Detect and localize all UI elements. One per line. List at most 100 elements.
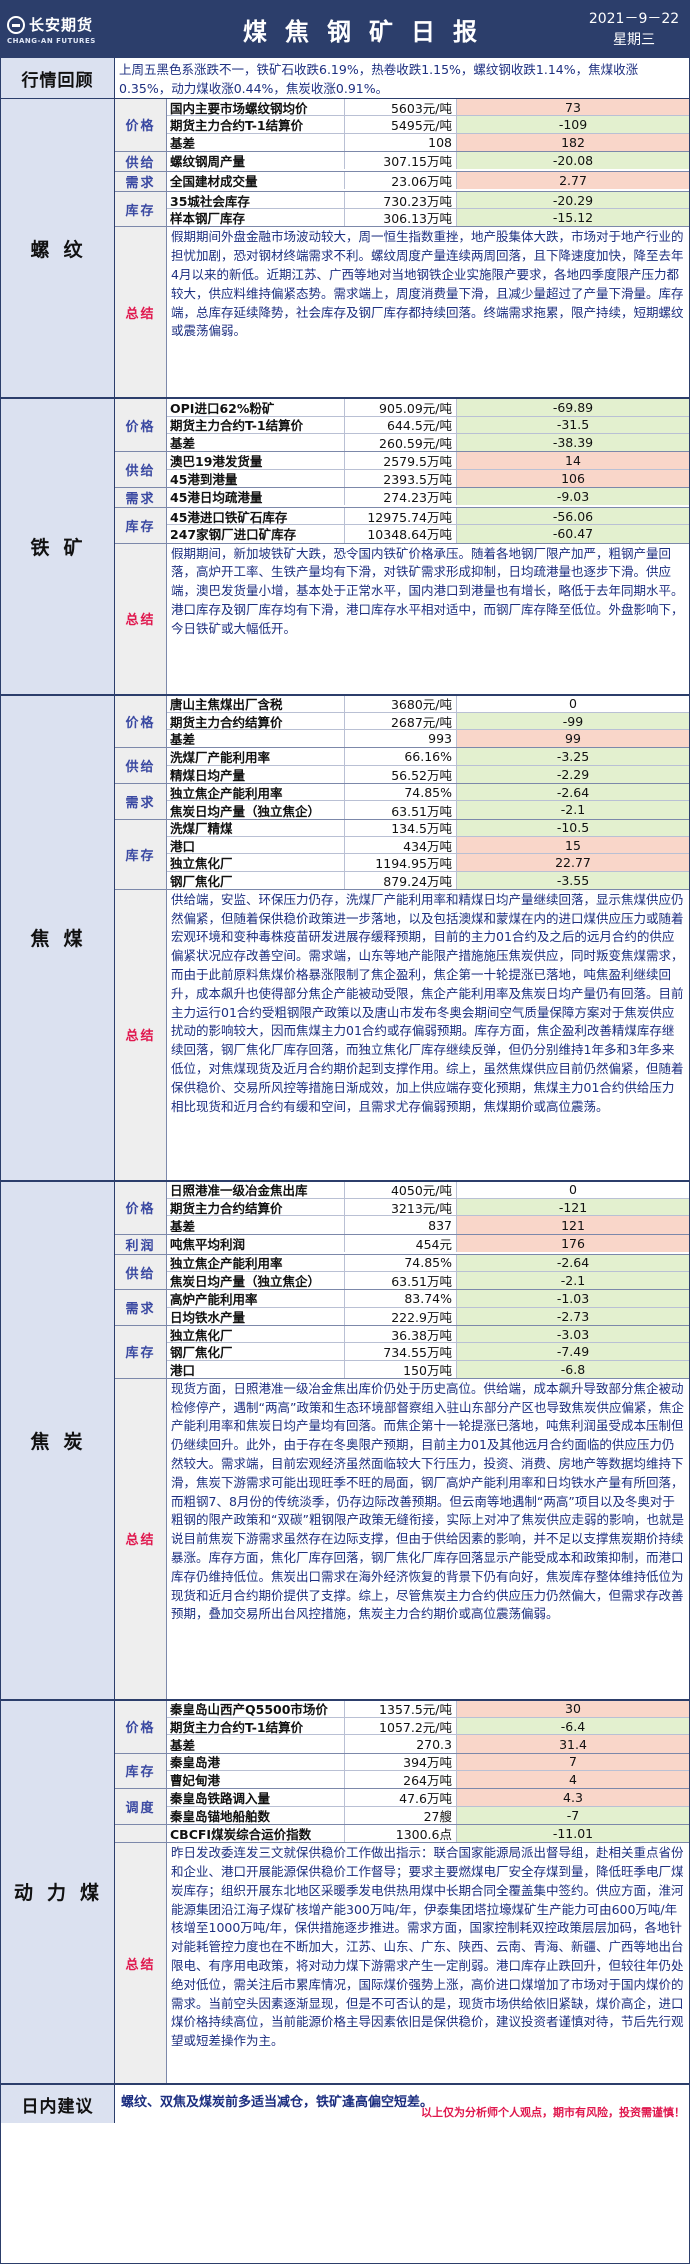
commodity-sections: 螺纹 价格 国内主要市场螺纹钢均价 5603元/吨 73 期货主力合约T-1结算价 5495… (1, 99, 689, 2086)
indicator-value: 2687元/吨 (345, 712, 457, 730)
indicator-value: 2579.5万吨 (345, 452, 457, 469)
report-date: 2021－9－22 (588, 10, 680, 27)
table-row: 期货主力合约T-1结算价 1057.2元/吨 -6.4 (167, 1718, 689, 1736)
intraday-advice: 日内建议 螺纹、双焦及煤炭前多适当减仓，铁矿逢高偏空短差。 以上仅为分析师个人观… (1, 2085, 689, 2124)
table-row: CBCFI煤炭综合运价指数 1300.6点 -11.01 (167, 1824, 689, 1843)
group-rows: 35城社会库存 730.23万吨 -20.29 样本钢厂库存 306.13万吨 -15.1… (167, 191, 689, 227)
summary-block: 总结 供给端，安监、环保压力仍存，洗煤厂产能利用率和精煤日均产量继续回落，显示焦煤… (115, 889, 689, 1180)
group-label: 库存 (115, 191, 167, 227)
intraday-advice-text: 螺纹、双焦及煤炭前多适当减仓，铁矿逢高偏空短差。 (121, 2095, 434, 2111)
indicator-group: 需求 全国建材成交量 23.06万吨 2.77 (115, 171, 689, 192)
group-rows: 45港日均疏港量 274.23万吨 -9.03 (167, 487, 689, 507)
indicator-change: 7 (457, 1753, 689, 1770)
indicator-name: 独立焦企产能利用率 (167, 1254, 345, 1272)
indicator-change: -2.64 (457, 1254, 689, 1272)
indicator-value: 74.85% (345, 1254, 457, 1272)
indicator-value: 222.9万吨 (345, 1307, 457, 1325)
table-row: 唐山主焦煤出厂含税 3680元/吨 0 (167, 695, 689, 713)
group-label: 库存 (115, 507, 167, 543)
group-label: 利润 (115, 1234, 167, 1254)
indicator-value: 3680元/吨 (345, 695, 457, 712)
indicator-value: 108 (345, 133, 457, 151)
indicator-change: -3.25 (457, 748, 689, 765)
indicator-group: 调度 秦皇岛铁路调入量 47.6万吨 4.3 秦皇岛锚地船舶数 27艘 -7 (115, 1789, 689, 1825)
indicator-change: 121 (457, 1216, 689, 1234)
indicator-name: 基差 (167, 434, 345, 452)
group-rows: 日照港准一级冶金焦出库 4050元/吨 0 期货主力合约结算价 3213元/吨 -121 基… (167, 1181, 689, 1234)
indicator-value: 23.06万吨 (345, 171, 457, 190)
indicator-name: 独立焦企产能利用率 (167, 784, 345, 801)
indicator-value: 1057.2元/吨 (345, 1718, 457, 1735)
group-rows: 独立焦化厂 36.38万吨 -3.03 钢厂焦化厂 734.55万吨 -7.49 港口 150… (167, 1325, 689, 1378)
indicator-name: 港口 (167, 1360, 345, 1378)
indicator-value: 434万吨 (345, 836, 457, 854)
indicator-change: -2.1 (457, 801, 689, 819)
indicator-group: 利润 吨焦平均利润 454元 176 (115, 1234, 689, 1255)
indicator-change: 31.4 (457, 1735, 689, 1753)
section-1: 铁矿 价格 OPI进口62%粉矿 905.09元/吨 -69.89 期货主力合约T-1结算… (1, 399, 689, 696)
table-row: 钢厂焦化厂 879.24万吨 -3.55 (167, 871, 689, 889)
indicator-group: 供给 洗煤厂产能利用率 66.16% -3.25 精煤日均产量 56.52万吨 -2.29 (115, 748, 689, 785)
indicator-change: -56.06 (457, 507, 689, 525)
indicator-change: 4.3 (457, 1789, 689, 1806)
indicator-name: 45港进口铁矿石库存 (167, 507, 345, 525)
indicator-name: 吨焦平均利润 (167, 1234, 345, 1253)
indicator-group: 价格 OPI进口62%粉矿 905.09元/吨 -69.89 期货主力合约T-1结算价 6… (115, 399, 689, 453)
chang-an-logo-icon (7, 15, 25, 34)
table-row: 247家钢厂进口矿库存 10348.64万吨 -60.47 (167, 525, 689, 543)
table-row: 秦皇岛铁路调入量 47.6万吨 4.3 (167, 1789, 689, 1807)
indicator-name: 焦炭日均产量（独立焦企） (167, 801, 345, 819)
section-label: 铁矿 (1, 399, 115, 694)
table-row: 国内主要市场螺纹钢均价 5603元/吨 73 (167, 99, 689, 117)
indicator-value: 63.51万吨 (345, 1272, 457, 1290)
indicator-change: -1.03 (457, 1290, 689, 1307)
indicator-group: 库存 洗煤厂精煤 134.5万吨 -10.5 港口 434万吨 15 独立焦化厂 1194.95… (115, 819, 689, 890)
group-rows: 吨焦平均利润 454元 176 (167, 1234, 689, 1254)
table-row: 秦皇岛港 394万吨 7 (167, 1753, 689, 1771)
indicator-change: -11.01 (457, 1824, 689, 1843)
indicator-name: 独立焦化厂 (167, 854, 345, 871)
indicator-name: 精煤日均产量 (167, 765, 345, 784)
table-row: 基差 837 121 (167, 1216, 689, 1234)
disclaimer: 以上仅为分析师个人观点，期市有风险，投资需谨慎！ (421, 2106, 685, 2120)
indicator-change: 2.77 (457, 171, 689, 190)
group-label: 价格 (115, 1181, 167, 1234)
indicator-value: 879.24万吨 (345, 871, 457, 889)
indicator-change: -3.03 (457, 1325, 689, 1343)
group-label: 需求 (115, 1290, 167, 1325)
group-rows: 独立焦企产能利用率 74.85% -2.64 焦炭日均产量（独立焦企） 63.51万吨 -… (167, 784, 689, 819)
summary-text: 现货方面，日照港准一级冶金焦出库价仍处于历史高位。供给端，成本飙升导致部分焦企被… (167, 1378, 689, 1699)
indicator-value: 734.55万吨 (345, 1343, 457, 1360)
indicator-change: -20.29 (457, 191, 689, 209)
table-row: 日均铁水产量 222.9万吨 -2.73 (167, 1307, 689, 1325)
indicator-value: 134.5万吨 (345, 819, 457, 836)
group-label: 价格 (115, 399, 167, 452)
indicator-change: 99 (457, 730, 689, 748)
indicator-change: 182 (457, 133, 689, 151)
indicator-name: 全国建材成交量 (167, 171, 345, 190)
indicator-value: 264万吨 (345, 1770, 457, 1789)
table-row: 精煤日均产量 56.52万吨 -2.29 (167, 765, 689, 784)
table-row: 曹妃甸港 264万吨 4 (167, 1770, 689, 1789)
indicator-value: 83.74% (345, 1290, 457, 1307)
indicator-name: 焦炭日均产量（独立焦企） (167, 1272, 345, 1290)
indicator-change: -6.8 (457, 1360, 689, 1378)
report-header: 长安期货 CHANG-AN FUTURES 煤焦钢矿日报 2021－9－22 星… (1, 1, 689, 58)
indicator-value: 150万吨 (345, 1360, 457, 1378)
indicator-value: 307.15万吨 (345, 151, 457, 170)
summary-text: 昨日发改委连发三文就保供稳价工作做出指示：联合国家能源局派出督导组，赴相关重点省… (167, 1843, 689, 2084)
indicator-change: -3.55 (457, 871, 689, 889)
summary-label: 总结 (115, 543, 167, 694)
group-rows: 秦皇岛山西产Q5500市场价 1357.5元/吨 30 期货主力合约T-1结算价 105… (167, 1700, 689, 1753)
indicator-group: CBCFI煤炭综合运价指数 1300.6点 -11.01 (115, 1824, 689, 1844)
indicator-name: 期货主力合约结算价 (167, 712, 345, 730)
indicator-value: 63.51万吨 (345, 801, 457, 819)
report-date-block: 2021－9－22 星期三 (579, 9, 689, 51)
market-review-text: 上周五黑色系涨跌不一，铁矿石收跌6.19%，热卷收跌1.15%，螺纹钢收跌1.1… (119, 62, 639, 96)
table-row: 45港日均疏港量 274.23万吨 -9.03 (167, 487, 689, 506)
indicator-change: 4 (457, 1770, 689, 1789)
table-row: 秦皇岛锚地船舶数 27艘 -7 (167, 1806, 689, 1824)
indicator-value: 36.38万吨 (345, 1325, 457, 1343)
section-body: 价格 国内主要市场螺纹钢均价 5603元/吨 73 期货主力合约T-1结算价 5495元/… (115, 99, 689, 398)
indicator-group: 库存 秦皇岛港 394万吨 7 曹妃甸港 264万吨 4 (115, 1753, 689, 1790)
